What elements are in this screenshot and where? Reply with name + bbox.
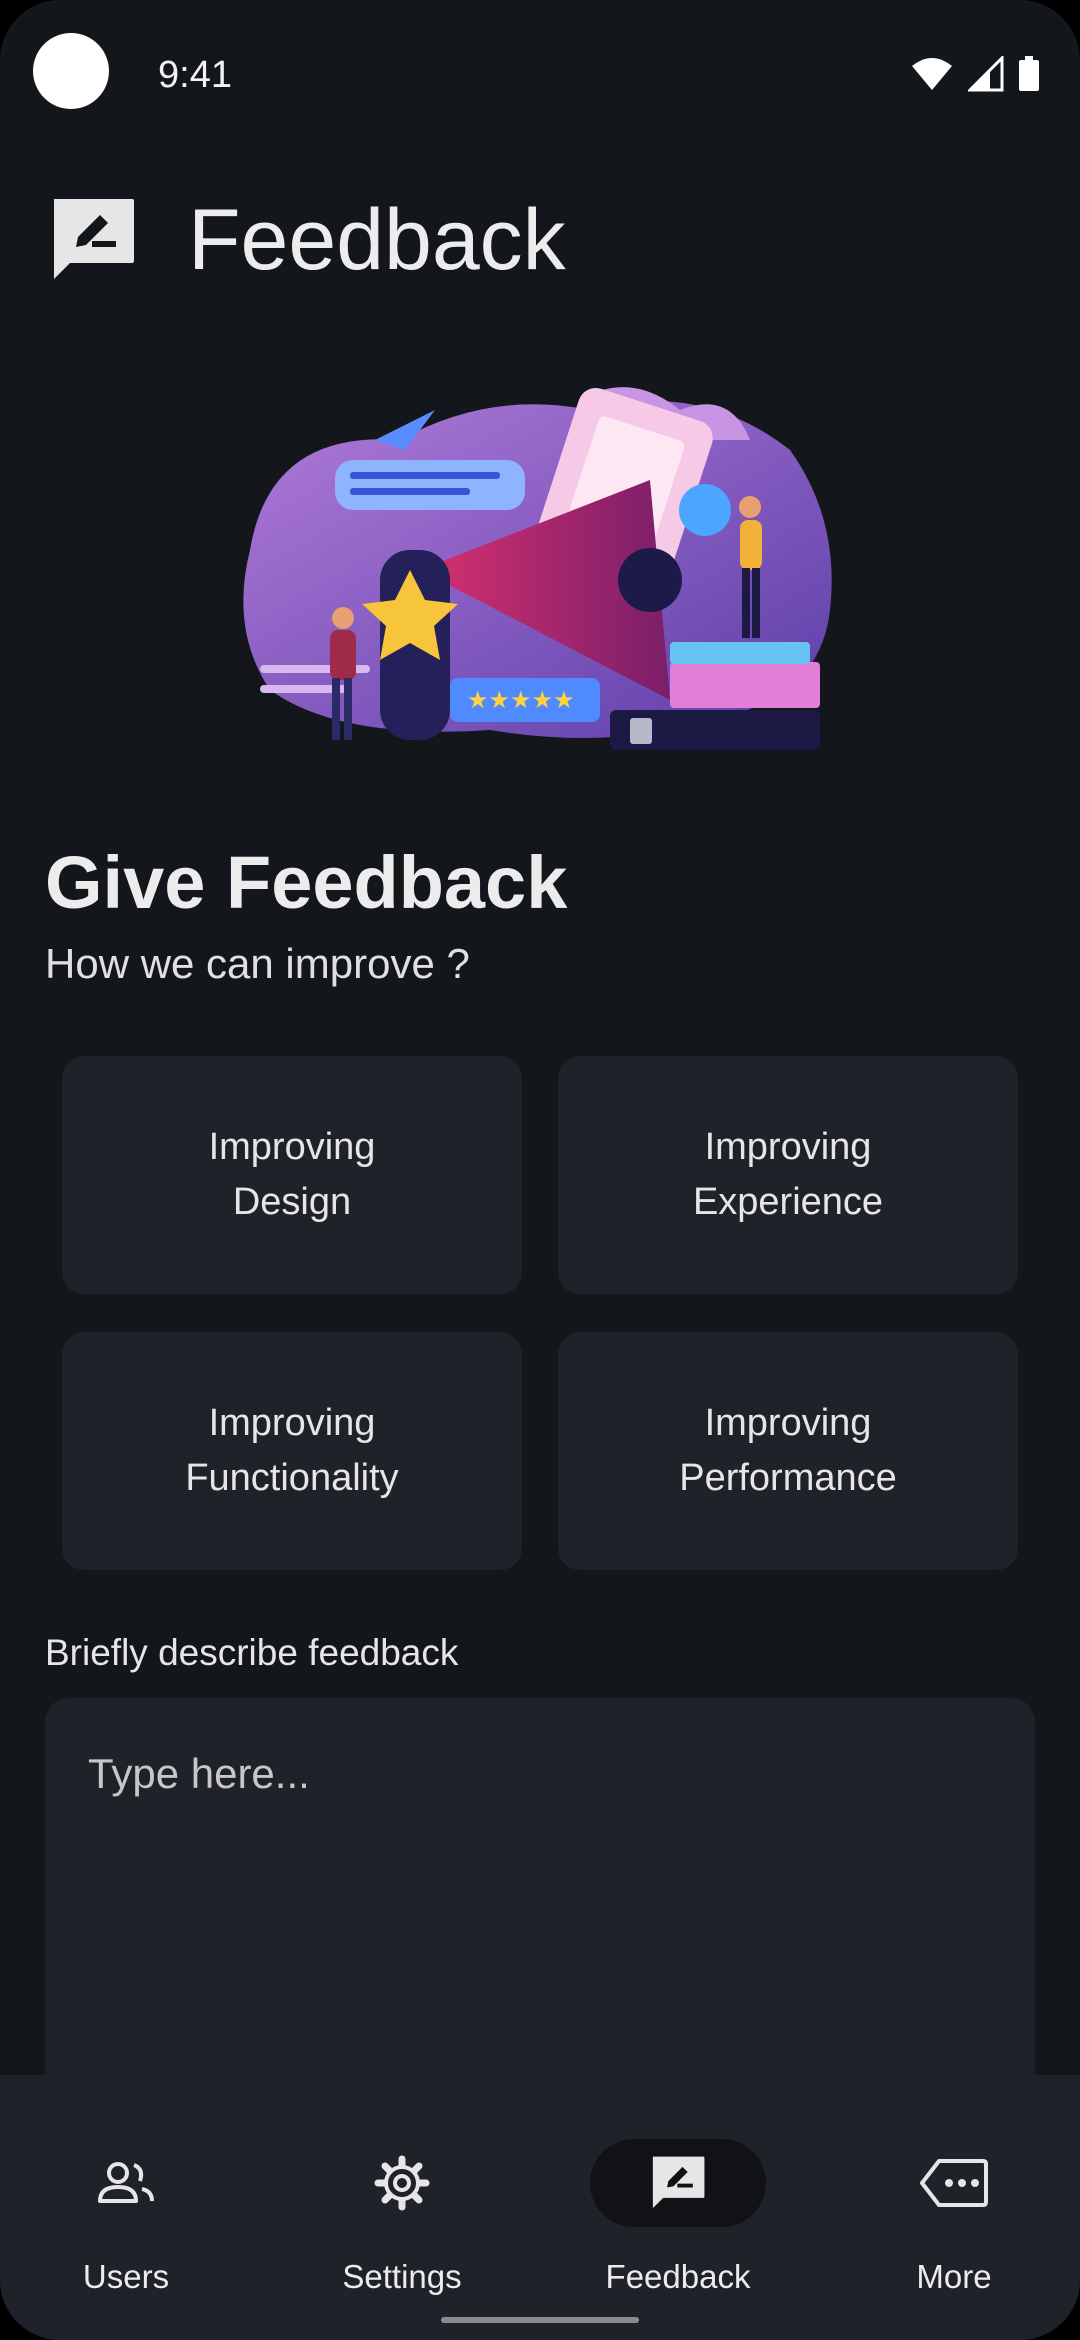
status-time: 9:41 (158, 54, 232, 96)
signal-icon (968, 56, 1004, 92)
settings-gear-icon (374, 2155, 430, 2211)
feedback-field-label: Briefly describe feedback (45, 1632, 459, 1673)
app-bar: Feedback (48, 190, 566, 290)
section-title: Give Feedback (45, 841, 568, 924)
option-improving-functionality[interactable]: Improving Functionality (62, 1332, 522, 1570)
option-improving-experience[interactable]: Improving Experience (558, 1056, 1018, 1294)
nav-more-pill (866, 2139, 1042, 2227)
battery-icon (1019, 56, 1039, 91)
nav-item-settings[interactable]: Settings (282, 2105, 522, 2305)
nav-item-more[interactable]: More (834, 2105, 1074, 2305)
nav-item-users[interactable]: Users (6, 2105, 246, 2305)
page-title: Feedback (188, 191, 566, 288)
users-icon (98, 2162, 154, 2203)
nav-feedback-active-pill (590, 2139, 766, 2227)
nav-label-settings: Settings (342, 2258, 462, 2295)
phone-screen: 9:41 Feedback ★★★★★ Give Feedback How we… (0, 0, 1080, 2340)
wifi-icon (912, 58, 952, 90)
nav-label-users: Users (82, 2258, 170, 2295)
nav-users-pill (38, 2139, 214, 2227)
section-subtitle: How we can improve ? (45, 940, 470, 987)
more-icon (920, 2159, 988, 2207)
svg-text:★★★★★: ★★★★★ (467, 686, 575, 714)
nav-label-feedback: Feedback (605, 2258, 751, 2295)
status-bar: 9:41 (0, 0, 1080, 140)
feedback-edit-icon (54, 199, 134, 279)
feedback-megaphone-illustration: ★★★★★ (243, 387, 832, 750)
option-improving-design[interactable]: Improving Design (62, 1056, 522, 1294)
bottom-navigation: Users Settings Feedback More (0, 2075, 1080, 2340)
status-icons (910, 56, 1040, 92)
nav-settings-pill (314, 2139, 490, 2227)
nav-item-feedback[interactable]: Feedback (558, 2105, 798, 2305)
option-improving-performance[interactable]: Improving Performance (558, 1332, 1018, 1570)
feedback-icon (652, 2156, 705, 2209)
home-indicator[interactable] (441, 2317, 639, 2323)
front-camera (33, 33, 109, 109)
feedback-placeholder: Type here... (88, 1750, 310, 1797)
nav-label-more: More (916, 2258, 992, 2295)
